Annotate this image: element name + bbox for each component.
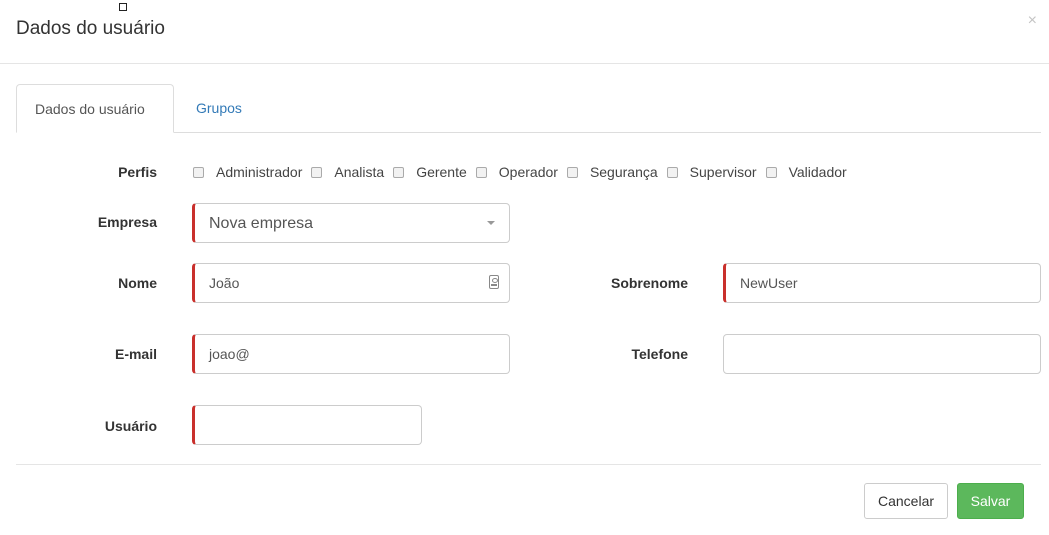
footer-divider — [16, 464, 1041, 465]
save-button[interactable]: Salvar — [957, 483, 1024, 519]
checkbox[interactable] — [393, 166, 405, 178]
sobrenome-label: Sobrenome — [610, 275, 688, 291]
email-label: E-mail — [114, 346, 157, 362]
usuario-label: Usuário — [104, 418, 157, 434]
email-value: joao@ — [209, 346, 250, 362]
tab-bar: Dados do usuário Grupos — [16, 84, 1041, 133]
modal-header: Dados do usuário × — [0, 0, 1049, 64]
empresa-select[interactable]: Nova empresa — [192, 203, 510, 243]
nome-label: Nome — [118, 275, 157, 291]
telefone-label: Telefone — [631, 346, 688, 362]
checkbox[interactable] — [311, 166, 323, 178]
checkbox[interactable] — [193, 166, 204, 178]
tab-dados-usuario[interactable]: Dados do usuário — [16, 84, 174, 133]
nome-input[interactable]: João — [192, 263, 510, 303]
email-input[interactable]: joao@ — [192, 334, 510, 374]
checkbox[interactable] — [475, 166, 487, 178]
checkbox[interactable] — [765, 166, 777, 178]
sobrenome-value: NewUser — [740, 275, 798, 291]
tab-grupos[interactable]: Grupos — [178, 84, 260, 132]
usuario-input[interactable] — [192, 405, 422, 445]
empresa-selected-value: Nova empresa — [209, 215, 314, 232]
chevron-down-icon — [487, 221, 495, 225]
profile-gerente[interactable]: Gerente — [393, 164, 467, 180]
profile-administrador[interactable]: Administrador — [193, 164, 302, 180]
profile-operador[interactable]: Operador — [475, 164, 558, 180]
profile-seguranca[interactable]: Segurança — [566, 164, 658, 180]
empresa-label: Empresa — [97, 214, 157, 230]
close-button[interactable]: × — [1028, 12, 1037, 30]
checkbox[interactable] — [666, 166, 678, 178]
perfis-label: Perfis — [118, 164, 157, 180]
checkbox[interactable] — [566, 166, 578, 178]
nome-value: João — [209, 275, 240, 291]
profile-analista[interactable]: Analista — [311, 164, 384, 180]
cancel-button[interactable]: Cancelar — [864, 483, 948, 519]
modal-title: Dados do usuário — [16, 18, 165, 39]
telefone-input[interactable] — [723, 334, 1041, 374]
profiles-group: Administrador Analista Gerente Operador … — [193, 164, 856, 180]
sobrenome-input[interactable]: NewUser — [723, 263, 1041, 303]
profile-validador[interactable]: Validador — [765, 164, 847, 180]
profile-supervisor[interactable]: Supervisor — [666, 164, 757, 180]
contact-card-icon[interactable] — [489, 275, 499, 289]
